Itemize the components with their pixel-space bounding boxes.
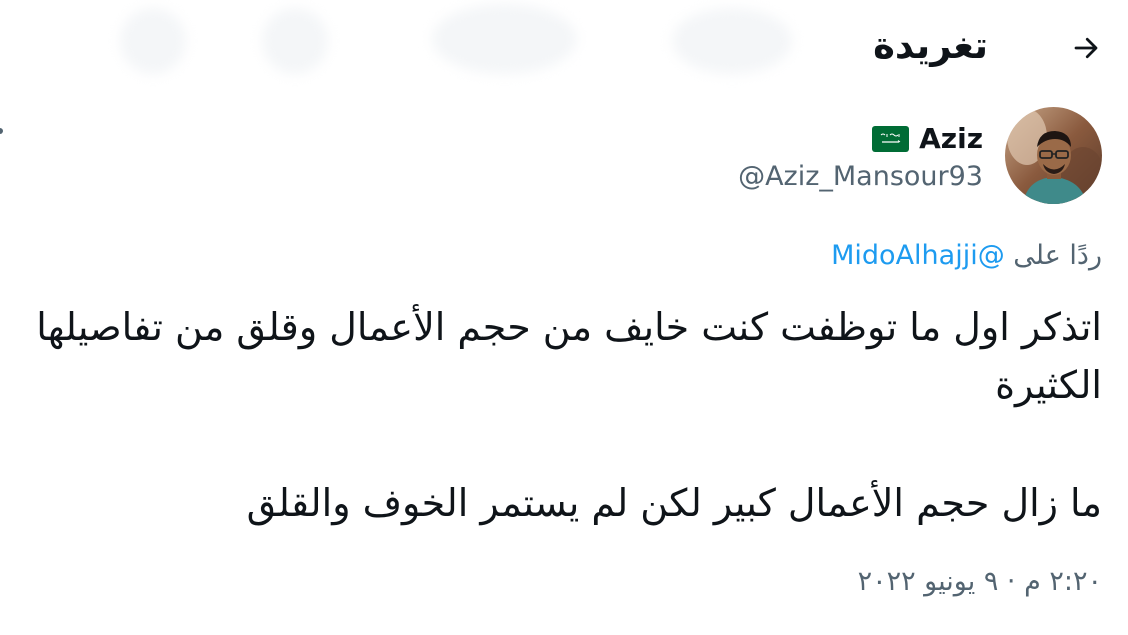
tweet-author: Aziz @Aziz_Mansour93	[738, 106, 1102, 204]
tweet-paragraph: ما زال حجم الأعمال كبير لكن لم يستمر الخ…	[246, 481, 1102, 525]
user-avatar-photo	[1005, 106, 1102, 204]
tweet-paragraph: اتذكر اول ما توظفت كنت خايف من حجم الأعم…	[36, 305, 1102, 407]
author-names: Aziz @Aziz_Mansour93	[738, 119, 983, 192]
back-button[interactable]	[1066, 28, 1106, 68]
saudi-flag-icon	[872, 125, 910, 152]
page-header: تغريدة	[0, 18, 1128, 82]
reply-prefix: ردًا على	[1013, 240, 1102, 271]
author-handle[interactable]: @Aziz_Mansour93	[738, 161, 983, 192]
tweet-page: تغريدة Aziz @Aziz_Mansour93 ردًا على @Mi…	[0, 0, 1128, 635]
reply-context: ردًا على @MidoAlhajji	[831, 240, 1102, 271]
avatar[interactable]	[1005, 106, 1102, 204]
tweet-timestamp[interactable]: ٢:٢٠ م · ٩ يونيو ٢٠٢٢	[858, 566, 1102, 597]
arrow-right-icon	[1074, 37, 1098, 59]
page-title: تغريدة	[873, 24, 988, 67]
more-indicator	[0, 128, 3, 134]
tweet-text: اتذكر اول ما توظفت كنت خايف من حجم الأعم…	[12, 298, 1102, 532]
author-name-row[interactable]: Aziz	[738, 119, 983, 159]
reply-mention-link[interactable]: @MidoAlhajji	[831, 240, 1005, 271]
author-display-name[interactable]: Aziz	[919, 122, 983, 155]
